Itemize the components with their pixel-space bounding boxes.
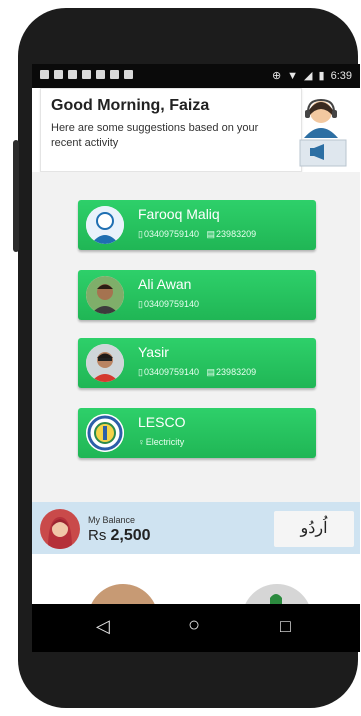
balance-amount: Rs 2,500 (88, 527, 151, 545)
contact-card[interactable]: Yasir ▯03409759140 ▤23983209 (78, 338, 316, 388)
android-nav-bar: ◁ ○ □ (32, 604, 360, 652)
biller-card[interactable]: LESCO ♀Electricity (78, 408, 316, 458)
notification-icon (96, 70, 105, 79)
contact-name: Farooq Maliq (138, 206, 220, 222)
status-bar: ⊕ ▼ ◢ ▮ 6:39 (32, 64, 360, 88)
contact-card[interactable]: Farooq Maliq ▯03409759140 ▤23983209 (78, 200, 316, 250)
support-agent-icon[interactable] (290, 92, 352, 172)
biller-name: LESCO (138, 414, 186, 430)
contact-name: Ali Awan (138, 276, 192, 292)
bulb-icon: ♀ (138, 437, 145, 447)
side-button (13, 140, 19, 252)
contact-name: Yasir (138, 344, 169, 360)
recents-icon[interactable]: □ (280, 616, 291, 637)
person-placeholder-icon (86, 206, 124, 244)
biller-category: Electricity (145, 437, 185, 447)
status-time: 6:39 (330, 69, 352, 82)
notification-icon (124, 70, 133, 79)
notification-icons (40, 70, 133, 79)
contact-card[interactable]: Ali Awan ▯03409759140 (78, 270, 316, 320)
contact-phone: 03409759140 (143, 367, 200, 377)
signal-icon: ◢ (304, 70, 313, 82)
battery-icon: ▮ (318, 70, 325, 82)
balance-bar: My Balance Rs 2,500 اُردُو (32, 502, 360, 554)
home-icon[interactable]: ○ (188, 614, 200, 637)
greeting-card: Good Morning, Faiza Here are some sugges… (40, 88, 302, 172)
phone-icon: ▯ (138, 367, 143, 377)
balance-currency: Rs (88, 527, 107, 544)
contact-phone: 03409759140 (143, 229, 200, 239)
language-toggle-button[interactable]: اُردُو (274, 511, 354, 547)
quick-actions-area (32, 554, 360, 604)
status-right: ⊕ ▼ ◢ ▮ 6:39 (271, 69, 352, 83)
notification-icon (54, 70, 63, 79)
action-circle[interactable] (242, 584, 312, 604)
notification-icon (68, 70, 77, 79)
balance-label: My Balance (88, 515, 136, 525)
biller-meta: ♀Electricity (138, 437, 184, 447)
contact-meta: ▯03409759140 ▤23983209 (138, 229, 256, 240)
notification-icon (110, 70, 119, 79)
contact-phone: 03409759140 (143, 299, 200, 309)
balance-value: 2,500 (110, 527, 151, 544)
notification-icon (40, 70, 49, 79)
phone-icon: ▯ (138, 229, 143, 239)
avatar (86, 276, 124, 314)
lesco-logo (86, 414, 124, 452)
id-card-icon: ▤ (206, 229, 216, 239)
contact-meta: ▯03409759140 ▤23983209 (138, 367, 256, 378)
action-circle[interactable] (88, 584, 158, 604)
contact-account: 23983209 (216, 367, 257, 377)
phone-icon: ▯ (138, 299, 143, 309)
vibrate-icon: ⊕ (271, 70, 282, 82)
greeting-title: Good Morning, Faiza (51, 97, 210, 114)
contact-meta: ▯03409759140 (138, 299, 199, 310)
notification-icon (82, 70, 91, 79)
back-icon[interactable]: ◁ (96, 616, 110, 637)
user-avatar[interactable] (40, 509, 80, 549)
contact-account: 23983209 (216, 229, 257, 239)
greeting-subtitle: Here are some suggestions based on your … (51, 122, 259, 149)
id-card-icon: ▤ (206, 367, 216, 377)
app-screen: ⊕ ▼ ◢ ▮ 6:39 Good Morning, Faiza Here ar… (32, 64, 360, 652)
wifi-icon: ▼ (287, 69, 299, 82)
avatar (86, 344, 124, 382)
